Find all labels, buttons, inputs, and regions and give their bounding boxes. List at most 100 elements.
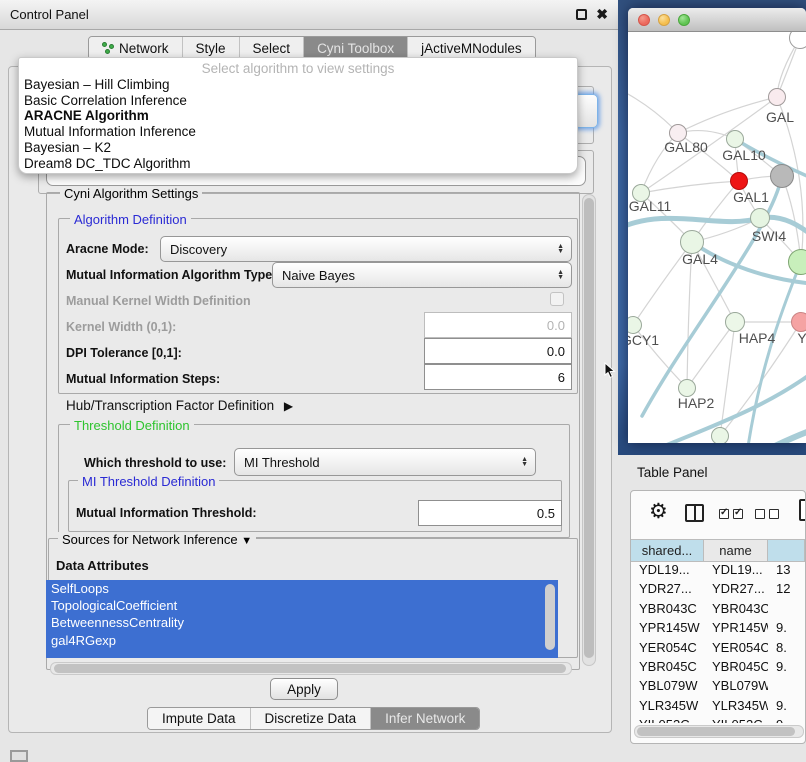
attribute-item[interactable]: BetweennessCentrality <box>46 614 558 631</box>
mi-type-value: Naive Bayes <box>282 268 355 283</box>
bottom-tab-impute-data[interactable]: Impute Data <box>148 708 251 729</box>
table-panel: ⚙ shared...name YDL19...YDL19...13YDR27.… <box>630 490 806 744</box>
algorithm-option[interactable]: Bayesian – Hill Climbing <box>19 77 577 93</box>
table-row[interactable]: YDR27...YDR27...12 <box>631 581 805 600</box>
algorithm-option[interactable]: ARACNE Algorithm <box>19 108 577 124</box>
mi-threshold-label: Mutual Information Threshold: <box>76 506 257 520</box>
settings-horizontal-scrollbar[interactable] <box>50 662 572 675</box>
table-cell: YBR045C <box>704 659 768 678</box>
node-label: Y <box>797 330 806 346</box>
table-cell: 9. <box>768 659 805 678</box>
node-label: GCY1 <box>628 332 659 348</box>
collapsed-panel-icon[interactable] <box>10 750 28 762</box>
node-label: HAP2 <box>678 395 715 411</box>
kernel-width-field[interactable]: 0.0 <box>424 312 572 338</box>
columns-icon[interactable] <box>685 504 704 522</box>
data-attributes-label: Data Attributes <box>56 558 149 573</box>
column-header[interactable] <box>768 540 805 561</box>
control-panel-titlebar: Control Panel ✖ <box>0 0 618 30</box>
unchecked-boxes-icon[interactable] <box>755 509 779 519</box>
document-icon[interactable] <box>799 499 806 521</box>
settings-vertical-scrollbar[interactable] <box>582 194 596 666</box>
attributes-scrollbar[interactable] <box>544 582 558 656</box>
mi-threshold-group-title: MI Threshold Definition <box>78 474 219 489</box>
bottom-tab-infer-network[interactable]: Infer Network <box>371 708 479 729</box>
table-cell: YBL079W <box>704 678 768 697</box>
node-label: GAL1 <box>733 189 769 205</box>
table-cell: YIL052C <box>631 717 704 723</box>
hub-definition-toggle[interactable]: Hub/Transcription Factor Definition ▶ <box>66 398 293 413</box>
algorithm-option[interactable]: Basic Correlation Inference <box>19 93 577 109</box>
table-row[interactable]: YLR345WYLR345W9. <box>631 698 805 717</box>
table-row[interactable]: YBL079WYBL079W <box>631 678 805 697</box>
gear-icon[interactable]: ⚙ <box>649 501 668 523</box>
attribute-item[interactable]: SelfLoops <box>46 580 558 597</box>
zoom-light-icon[interactable] <box>678 14 690 26</box>
network-canvas[interactable]: GALGAL80GAL10GAL1GAL11SWI4GAL4GCY1HAP4YH… <box>628 32 806 443</box>
table-toolbar: ⚙ <box>631 491 805 539</box>
algorithm-dropdown-list: Select algorithm to view settings Bayesi… <box>18 57 578 174</box>
manual-kernel-checkbox[interactable] <box>550 292 564 306</box>
tab-style[interactable]: Style <box>183 37 240 59</box>
node-label: GAL <box>766 109 794 125</box>
close-icon[interactable]: ✖ <box>596 9 608 20</box>
mi-threshold-field[interactable]: 0.5 <box>418 500 562 526</box>
network-node-gal2[interactable] <box>768 88 786 106</box>
which-threshold-combo[interactable]: MI Threshold ▲▼ <box>234 448 536 476</box>
bottom-tab-discretize-data[interactable]: Discretize Data <box>251 708 372 729</box>
tab-jactivemnodules[interactable]: jActiveMNodules <box>408 37 535 59</box>
minimize-light-icon[interactable] <box>658 14 670 26</box>
mi-type-combo[interactable]: Naive Bayes ▲▼ <box>272 262 572 288</box>
table-row[interactable]: YDL19...YDL19...13 <box>631 562 805 581</box>
algorithm-option[interactable]: Bayesian – K2 <box>19 140 577 156</box>
table-row[interactable]: YER054CYER054C8. <box>631 640 805 659</box>
mouse-cursor <box>604 362 617 379</box>
tab-label: jActiveMNodules <box>421 41 522 56</box>
network-node-gray-node[interactable] <box>770 164 794 188</box>
network-view-window[interactable]: GALGAL80GAL10GAL1GAL11SWI4GAL4GCY1HAP4YH… <box>628 8 806 443</box>
sources-group-title[interactable]: Sources for Network Inference ▼ <box>58 532 256 547</box>
checked-boxes-icon[interactable] <box>719 509 743 519</box>
table-cell: YLR345W <box>631 698 704 717</box>
close-light-icon[interactable] <box>638 14 650 26</box>
which-threshold-value: MI Threshold <box>244 455 320 470</box>
table-row[interactable]: YBR043CYBR043C <box>631 601 805 620</box>
network-node-gal1[interactable] <box>730 172 748 190</box>
attribute-item[interactable]: TopologicalCoefficient <box>46 597 558 614</box>
tab-label: Cyni Toolbox <box>317 41 394 56</box>
stepper-icon: ▲▼ <box>521 457 528 467</box>
tab-network[interactable]: Network <box>89 37 183 59</box>
aracne-mode-value: Discovery <box>170 242 227 257</box>
float-icon[interactable] <box>576 9 587 20</box>
algorithm-option[interactable]: Mutual Information Inference <box>19 124 577 140</box>
network-node-gal10[interactable] <box>726 130 744 148</box>
algorithm-definition-title: Algorithm Definition <box>70 212 191 227</box>
data-attributes-list[interactable]: SelfLoopsTopologicalCoefficientBetweenne… <box>46 580 558 658</box>
table-horizontal-scrollbar[interactable] <box>634 725 804 738</box>
mi-steps-field[interactable]: 6 <box>424 364 572 390</box>
node-label: HAP4 <box>739 330 776 346</box>
apply-button[interactable]: Apply <box>270 678 338 700</box>
network-node-swi4[interactable] <box>750 208 770 228</box>
tab-cyni-toolbox[interactable]: Cyni Toolbox <box>304 37 408 59</box>
column-header[interactable]: shared... <box>631 540 704 561</box>
table-cell: 12 <box>768 581 805 600</box>
column-header[interactable]: name <box>704 540 768 561</box>
table-row[interactable]: YIL052CYIL052C9 <box>631 717 805 723</box>
tab-select[interactable]: Select <box>240 37 305 59</box>
table-cell: 9 <box>768 717 805 723</box>
table-row[interactable]: YBR045CYBR045C9. <box>631 659 805 678</box>
table-row[interactable]: YPR145WYPR145W9. <box>631 620 805 639</box>
algorithm-option[interactable]: Dream8 DC_TDC Algorithm <box>19 156 577 172</box>
table-cell: 9. <box>768 698 805 717</box>
network-node-hap4[interactable] <box>725 312 745 332</box>
aracne-mode-label: Aracne Mode: <box>66 242 149 256</box>
network-node-right-pink[interactable] <box>791 312 806 332</box>
dpi-tolerance-field[interactable]: 0.0 <box>424 338 572 364</box>
aracne-mode-combo[interactable]: Discovery ▲▼ <box>160 236 572 262</box>
manual-kernel-label: Manual Kernel Width Definition <box>66 294 251 308</box>
kernel-width-value: 0.0 <box>547 318 565 333</box>
network-node-bottom-partial[interactable] <box>711 427 729 443</box>
network-window-titlebar[interactable] <box>628 8 806 32</box>
attribute-item[interactable]: gal4RGexp <box>46 632 558 649</box>
